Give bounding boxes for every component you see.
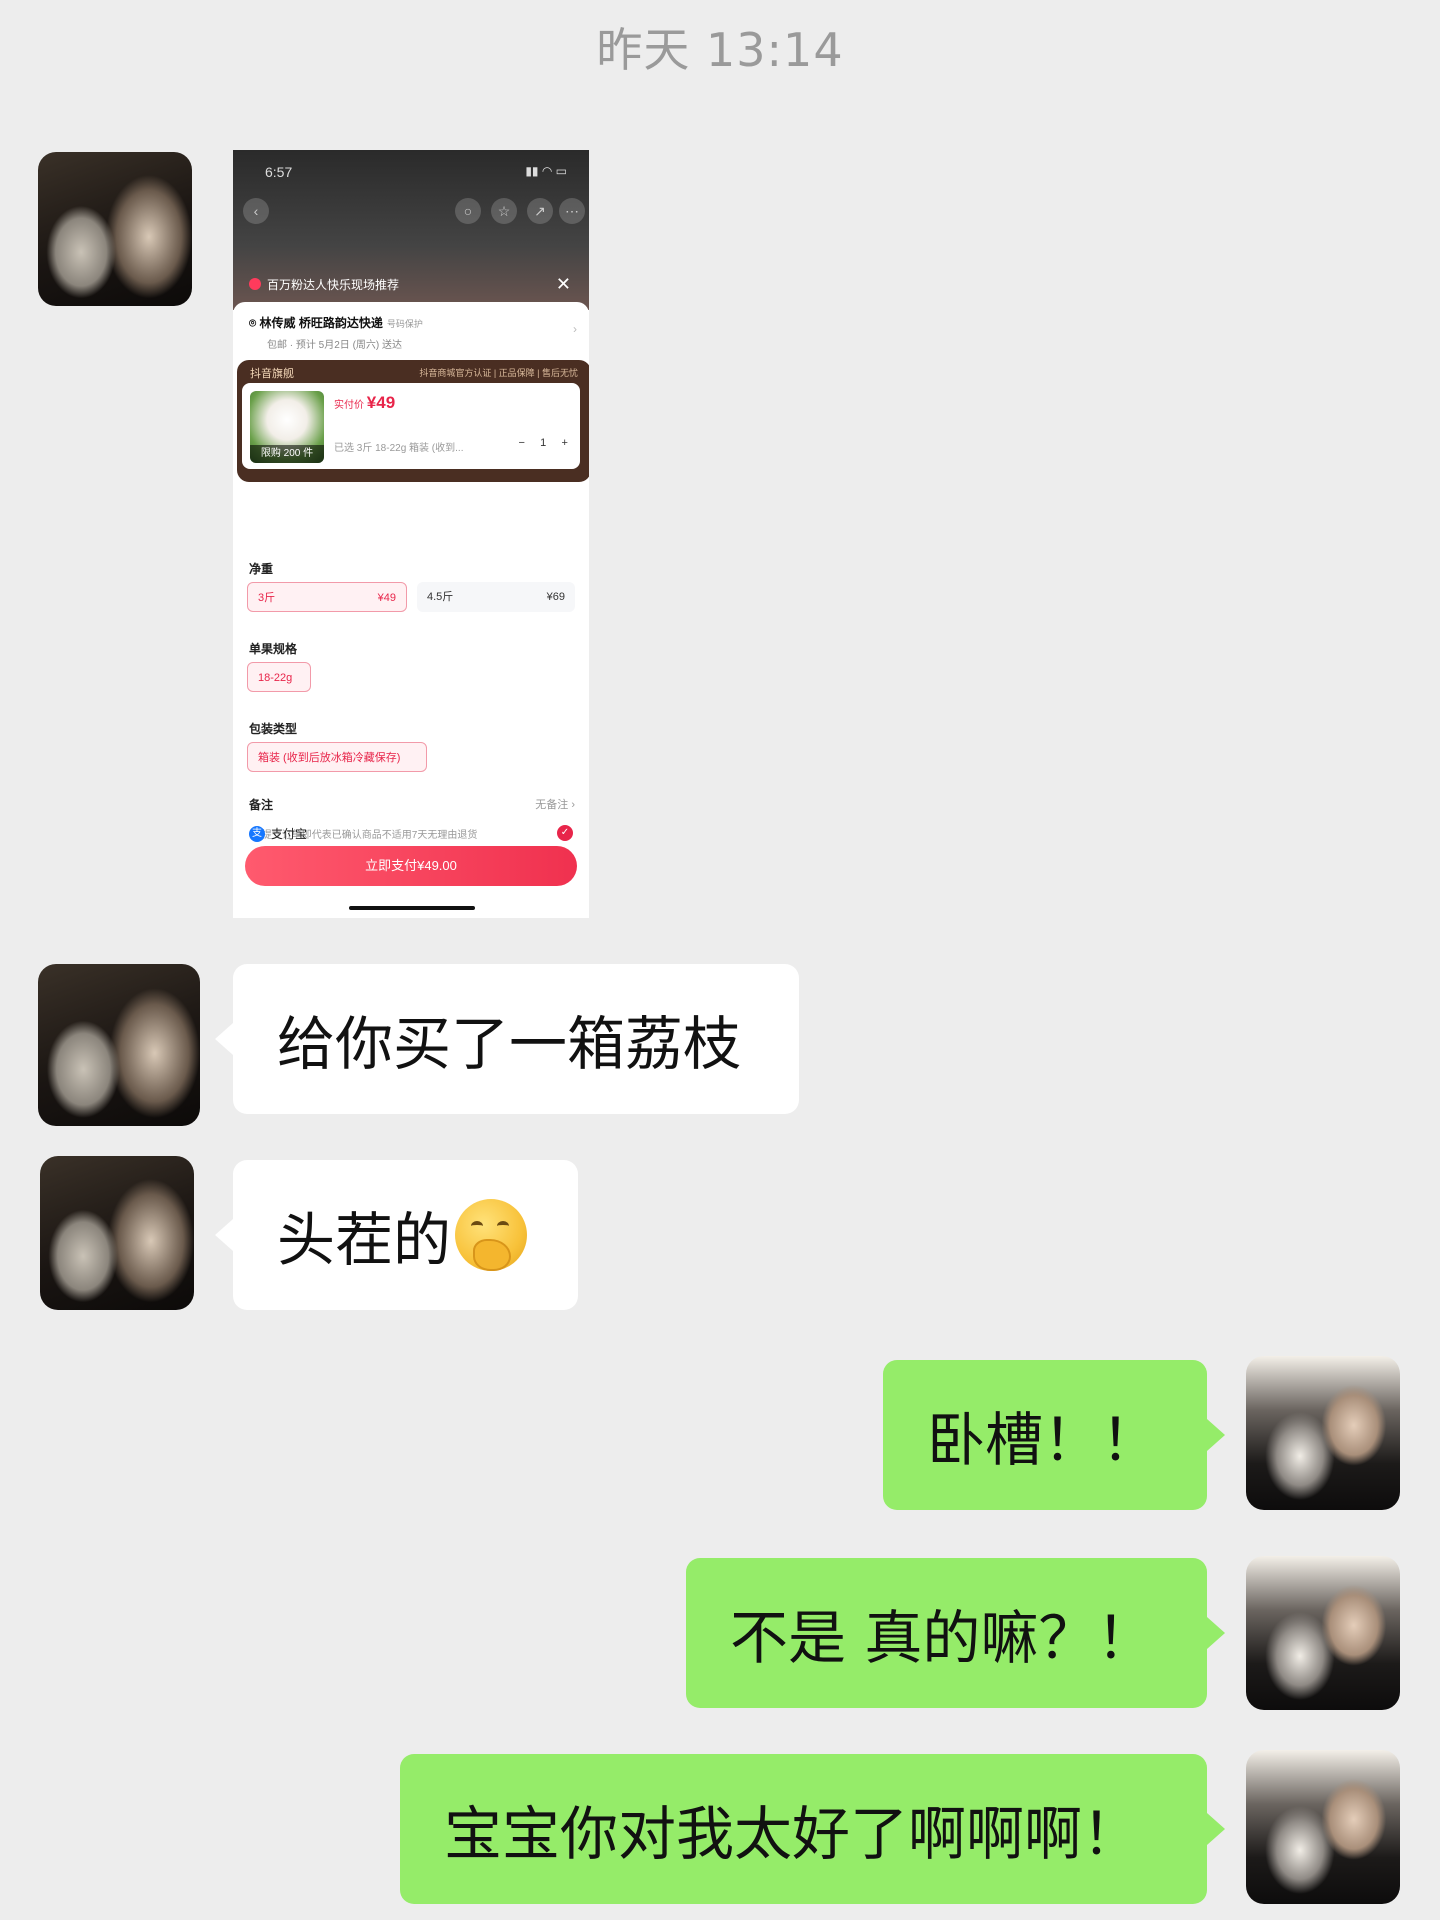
package-option: 箱装 (收到后放冰箱冷藏保存) <box>247 742 427 772</box>
remark-value: 无备注 › <box>535 799 575 811</box>
message-text: 头茬的 <box>277 1206 452 1274</box>
message-text: 给你买了一箱荔枝 <box>277 1010 742 1078</box>
product-card: 抖音旗舰 抖音商城官方认证 | 正品保障 | 售后无忧 限购 200 件 实付价… <box>237 360 589 482</box>
live-icon <box>249 278 261 290</box>
signal-wifi-battery-icon: ▮▮ ◠ ▭ <box>525 164 567 178</box>
purchase-limit: 限购 200 件 <box>250 445 324 463</box>
net-weight-title: 净重 <box>249 562 274 576</box>
share-icon: ↗ <box>527 198 553 224</box>
chevron-right-icon: › <box>573 322 577 336</box>
user-avatar[interactable] <box>1246 1556 1400 1710</box>
payment-method: 支 支付宝 <box>249 825 307 842</box>
message-bubble[interactable]: 不是 真的嘛？！ <box>686 1558 1225 1708</box>
pay-button: 立即支付¥49.00 <box>245 846 577 886</box>
contact-avatar[interactable] <box>38 964 200 1126</box>
alipay-icon: 支 <box>249 825 265 842</box>
message-bubble[interactable]: 卧槽！！ <box>883 1360 1225 1510</box>
message-bubble[interactable]: 头茬的 <box>215 1160 578 1310</box>
user-avatar[interactable] <box>1246 1750 1400 1904</box>
weight-option-3: 3斤 ¥49 <box>247 582 407 612</box>
home-indicator <box>349 906 475 910</box>
message-bubble[interactable]: 宝宝你对我太好了啊啊啊！ <box>400 1754 1225 1904</box>
price: 实付价 ¥49 <box>334 393 396 412</box>
weight-option-4-5: 4.5斤 ¥69 <box>417 582 575 612</box>
contact-avatar[interactable] <box>38 152 192 306</box>
size-title: 单果规格 <box>249 642 298 656</box>
remark-title: 备注 <box>249 798 274 812</box>
search-icon: ○ <box>455 198 481 224</box>
address: ⌾ 林传威 桥旺路韵达快递 号码保护 <box>249 316 423 330</box>
shared-screenshot-image[interactable]: 6:57 ▮▮ ◠ ▭ ‹ ○ ☆ ↗ ⋯ 百万粉达人快乐现场推荐 ✕ ⌾ 林传… <box>233 150 589 918</box>
back-icon: ‹ <box>243 198 269 224</box>
star-icon: ☆ <box>491 198 517 224</box>
message-bubble[interactable]: 给你买了一箱荔枝 <box>215 964 799 1114</box>
check-icon: ✓ <box>557 825 573 841</box>
store-label: 抖音旗舰 <box>250 368 294 380</box>
quantity-stepper: − 1 + <box>518 437 568 449</box>
message-text: 不是 真的嘛？！ <box>730 1604 1155 1672</box>
close-icon: ✕ <box>555 273 571 294</box>
contact-avatar[interactable] <box>40 1156 194 1310</box>
live-banner: 百万粉达人快乐现场推荐 ✕ <box>243 268 579 300</box>
message-text: 卧槽！！ <box>927 1406 1160 1474</box>
user-avatar[interactable] <box>1246 1356 1400 1510</box>
selected-spec: 已选 3斤 18-22g 箱装 (收到... <box>334 443 464 454</box>
size-option: 18-22g <box>247 662 311 692</box>
more-icon: ⋯ <box>559 198 585 224</box>
message-text: 宝宝你对我太好了啊啊啊！ <box>444 1800 1141 1868</box>
face-with-hand-over-mouth-icon <box>455 1199 528 1271</box>
screenshot-product-header: 6:57 ▮▮ ◠ ▭ ‹ ○ ☆ ↗ ⋯ 百万粉达人快乐现场推荐 ✕ <box>233 150 589 310</box>
live-banner-text: 百万粉达人快乐现场推荐 <box>267 277 400 292</box>
timestamp: 昨天 13:14 <box>596 23 844 77</box>
delivery-info: 包邮 · 预计 5月2日 (周六) 送达 <box>267 340 403 351</box>
store-badges: 抖音商城官方认证 | 正品保障 | 售后无忧 <box>419 368 578 378</box>
package-title: 包装类型 <box>249 722 298 736</box>
screenshot-time: 6:57 <box>265 164 293 180</box>
